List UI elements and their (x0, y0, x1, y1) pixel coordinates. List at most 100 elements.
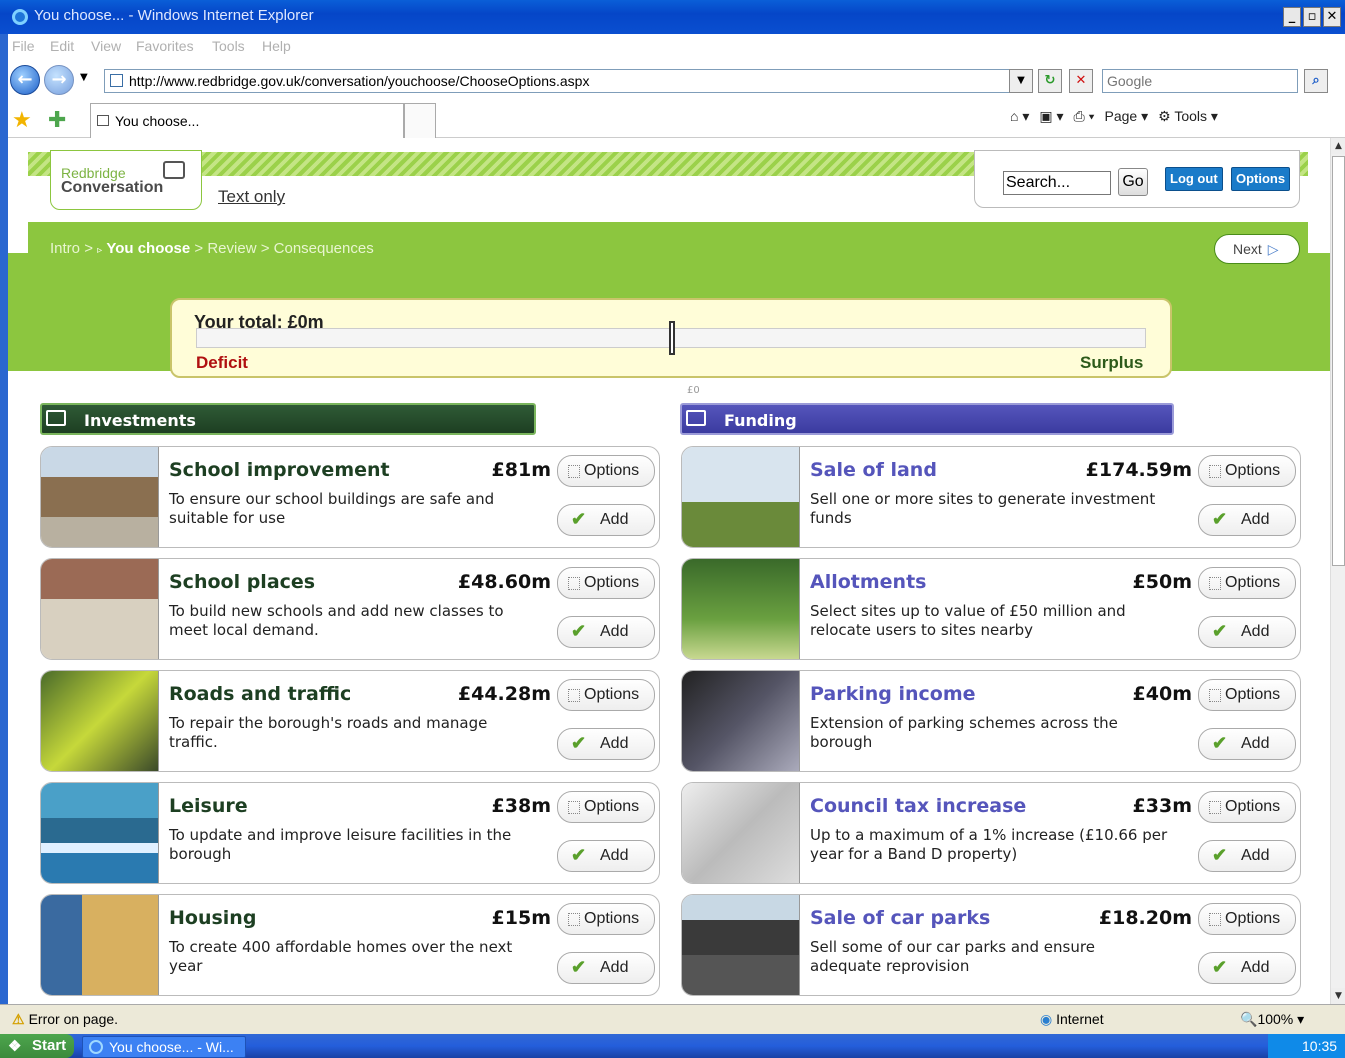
add-button[interactable]: ✔ Add (1198, 728, 1296, 760)
investment-card: Leisure £38m To update and improve leisure… (40, 782, 660, 884)
favorites-row: ★ ✚ You choose... ⌂ ▾ ▣ ▾ ⎙ ▾ Page ▾ ⚙ T… (0, 102, 1345, 138)
forward-icon[interactable]: → (44, 65, 74, 95)
add-button[interactable]: ✔ Add (557, 952, 655, 984)
add-button[interactable]: ✔ Add (1198, 616, 1296, 648)
new-tab-button[interactable] (404, 103, 436, 138)
refresh-icon[interactable]: ↻ (1038, 69, 1062, 93)
option-name[interactable]: Roads and traffic (169, 683, 351, 705)
history-dropdown-icon[interactable]: ▼ (80, 72, 88, 83)
options-button[interactable]: Options (557, 455, 655, 487)
balance-marker (669, 321, 675, 355)
check-icon: ✔ (1212, 733, 1228, 753)
options-button[interactable]: Options (1198, 567, 1296, 599)
option-name[interactable]: Leisure (169, 795, 248, 817)
options-button[interactable]: Options (1231, 167, 1291, 191)
maximize-icon[interactable]: ▫ (1303, 7, 1321, 27)
funding-card: Parking income £40m Extension of parking s… (681, 670, 1301, 772)
add-favorite-icon[interactable]: ✚ (48, 108, 66, 133)
options-label: Options (584, 910, 640, 927)
options-button[interactable]: Options (557, 903, 655, 935)
address-bar[interactable]: http://www.redbridge.gov.uk/conversation… (104, 69, 1032, 93)
taskbar-item-label: You choose... - Wi... (109, 1039, 234, 1055)
options-button[interactable]: Options (1198, 455, 1296, 487)
option-name[interactable]: Sale of land (810, 459, 937, 481)
site-search-input[interactable] (1003, 171, 1111, 195)
check-icon: ✔ (571, 733, 587, 753)
print-icon[interactable]: ⎙ ▾ (1074, 108, 1095, 125)
options-button[interactable]: Options (1198, 791, 1296, 823)
options-button[interactable]: Options (557, 567, 655, 599)
scroll-up-icon[interactable]: ▲ (1331, 138, 1345, 154)
minimize-icon[interactable]: _ (1283, 7, 1301, 27)
home-icon[interactable]: ⌂ ▾ (1010, 108, 1029, 125)
error-status[interactable]: ⚠ Error on page. (12, 1011, 118, 1028)
scroll-thumb[interactable] (1332, 156, 1345, 566)
logout-button[interactable]: Log out (1165, 167, 1223, 191)
options-button[interactable]: Options (1198, 903, 1296, 935)
balance-bar: £0 (196, 321, 1146, 396)
option-name[interactable]: Housing (169, 907, 256, 929)
breadcrumb: Intro > ▹ You choose > Review > Conseque… (50, 240, 374, 257)
vertical-scrollbar[interactable]: ▲ ▼ (1330, 138, 1345, 1004)
menu-favorites[interactable]: Favorites (136, 38, 194, 54)
funding-card: Council tax increase £33m Up to a maximum … (681, 782, 1301, 884)
menu-bar: File Edit View Favorites Tools Help (0, 34, 1345, 60)
feeds-icon[interactable]: ▣ ▾ (1039, 108, 1063, 125)
speech-bubble-icon (46, 410, 66, 426)
option-amount: £38m (491, 795, 551, 817)
option-name[interactable]: Sale of car parks (810, 907, 990, 929)
zoom-control[interactable]: 🔍100% ▾ (1240, 1011, 1304, 1028)
search-input[interactable] (1102, 69, 1298, 93)
option-name[interactable]: Allotments (810, 571, 926, 593)
option-name[interactable]: School improvement (169, 459, 390, 481)
breadcrumb-consequences[interactable]: Consequences (274, 240, 374, 257)
option-name[interactable]: School places (169, 571, 315, 593)
taskbar: ❖ Start You choose... - Wi... 10:35 (0, 1034, 1345, 1058)
options-button[interactable]: Options (557, 679, 655, 711)
warning-icon: ⚠ (12, 1011, 25, 1027)
tools-menu[interactable]: ⚙ Tools ▾ (1158, 108, 1218, 125)
add-button[interactable]: ✔ Add (557, 728, 655, 760)
options-button[interactable]: Options (557, 791, 655, 823)
redbridge-logo[interactable]: Redbridge Conversation (50, 150, 202, 210)
menu-edit[interactable]: Edit (50, 38, 74, 54)
add-button[interactable]: ✔ Add (1198, 504, 1296, 536)
add-button[interactable]: ✔ Add (1198, 840, 1296, 872)
search-icon[interactable]: ⌕ (1304, 69, 1328, 93)
options-list-icon (1209, 689, 1221, 702)
scroll-down-icon[interactable]: ▼ (1331, 988, 1345, 1004)
tab-you-choose[interactable]: You choose... (90, 103, 404, 138)
go-button[interactable]: Go (1118, 168, 1148, 196)
option-description: Sell one or more sites to generate inves… (810, 490, 1156, 527)
speech-bubble-icon (686, 410, 706, 426)
start-button[interactable]: ❖ Start (0, 1034, 74, 1058)
option-name[interactable]: Parking income (810, 683, 976, 705)
error-text: Error on page. (28, 1011, 119, 1027)
breadcrumb-intro[interactable]: Intro (50, 240, 80, 257)
add-button[interactable]: ✔ Add (1198, 952, 1296, 984)
breadcrumb-review[interactable]: Review (207, 240, 256, 257)
favorites-star-icon[interactable]: ★ (12, 108, 32, 133)
page-menu[interactable]: Page ▾ (1105, 108, 1149, 125)
add-button[interactable]: ✔ Add (557, 840, 655, 872)
add-button[interactable]: ✔ Add (557, 504, 655, 536)
taskbar-ie-item[interactable]: You choose... - Wi... (82, 1036, 246, 1058)
stop-icon[interactable]: ✕ (1069, 69, 1093, 93)
menu-file[interactable]: File (12, 38, 35, 54)
next-button[interactable]: Next ▷ (1214, 234, 1300, 264)
address-dropdown-icon[interactable]: ▼ (1009, 69, 1033, 93)
text-only-link[interactable]: Text only (218, 187, 285, 207)
menu-tools[interactable]: Tools (212, 38, 245, 54)
menu-view[interactable]: View (91, 38, 121, 54)
options-list-icon (1209, 801, 1221, 814)
add-button[interactable]: ✔ Add (557, 616, 655, 648)
close-icon[interactable]: ✕ (1323, 7, 1341, 27)
option-description: Extension of parking schemes across the … (810, 714, 1118, 751)
breadcrumb-bar: Intro > ▹ You choose > Review > Conseque… (28, 222, 1308, 276)
menu-help[interactable]: Help (262, 38, 291, 54)
next-label: Next (1233, 241, 1262, 257)
back-icon[interactable]: ← (10, 65, 40, 95)
option-name[interactable]: Council tax increase (810, 795, 1026, 817)
options-button[interactable]: Options (1198, 679, 1296, 711)
options-list-icon (568, 689, 580, 702)
